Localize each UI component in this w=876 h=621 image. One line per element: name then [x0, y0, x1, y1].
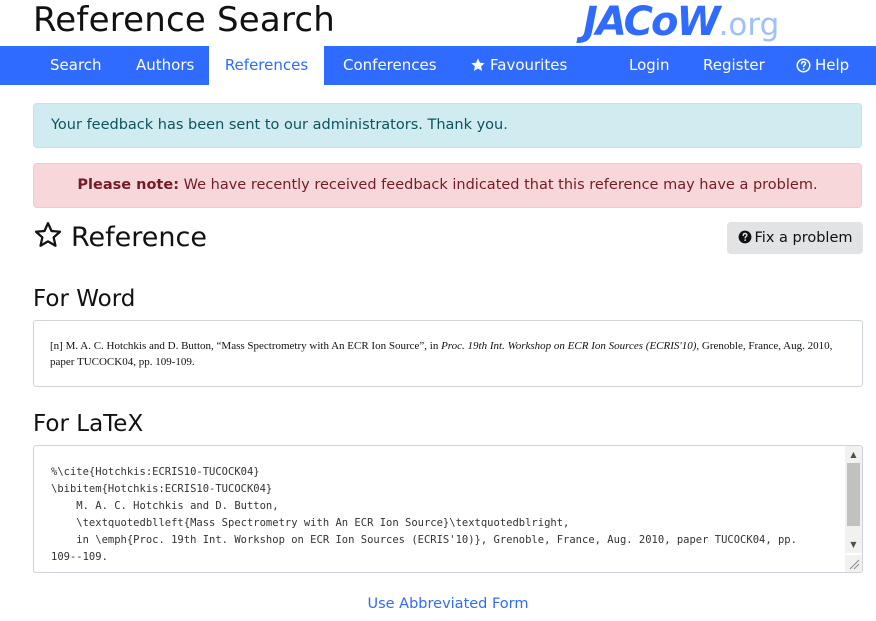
fix-problem-button[interactable]: Fix a problem — [727, 222, 863, 254]
feedback-alert-text: Your feedback has been sent to our admin… — [51, 117, 508, 133]
latex-citation-text[interactable]: %\cite{Hotchkis:ECRIS10-TUCOCK04} \bibit… — [51, 464, 841, 566]
main-navbar: Search Authors References Conferences Fa… — [0, 46, 876, 86]
word-heading: For Word — [33, 286, 136, 312]
problem-note-alert: Please note: We have recently received f… — [33, 163, 862, 208]
nav-login-label: Login — [629, 56, 670, 74]
scroll-up-arrow-icon[interactable]: ▲ — [845, 446, 862, 463]
nav-authors[interactable]: Authors — [136, 46, 194, 85]
latex-scrollbar[interactable]: ▲ ▼ — [845, 446, 862, 553]
latex-heading: For LaTeX — [33, 411, 144, 437]
nav-conferences[interactable]: Conferences — [343, 46, 437, 85]
nav-authors-label: Authors — [136, 56, 195, 74]
star-icon — [471, 58, 485, 71]
reference-heading-text: Reference — [71, 222, 207, 253]
nav-conferences-label: Conferences — [343, 56, 437, 74]
nav-search-label: Search — [50, 56, 102, 74]
latex-textarea[interactable]: %\cite{Hotchkis:ECRIS10-TUCOCK04} \bibit… — [33, 445, 863, 573]
scroll-down-arrow-icon[interactable]: ▼ — [845, 536, 862, 553]
jacow-logo[interactable]: JACoW.org — [583, 0, 780, 45]
star-outline-icon[interactable] — [33, 220, 63, 250]
nav-favourites-label: Favourites — [490, 56, 568, 74]
nav-register-label: Register — [703, 56, 765, 74]
nav-search[interactable]: Search — [50, 46, 102, 85]
nav-login[interactable]: Login — [629, 46, 669, 85]
nav-references[interactable]: References — [209, 46, 324, 86]
note-text: We have recently received feedback indic… — [179, 177, 818, 193]
logo-suffix-text: .org — [718, 7, 780, 43]
nav-references-label: References — [224, 56, 309, 74]
use-abbreviated-form-link[interactable]: Use Abbreviated Form — [0, 596, 876, 612]
fix-problem-label: Fix a problem — [754, 230, 853, 246]
note-label: Please note: — [77, 177, 179, 193]
resize-handle-icon[interactable] — [845, 555, 862, 572]
scroll-thumb[interactable] — [847, 463, 860, 526]
nav-register[interactable]: Register — [703, 46, 765, 85]
word-citation-proceedings: Proc. 19th Int. Workshop on ECR Ion Sour… — [441, 340, 697, 352]
nav-help[interactable]: Help — [796, 46, 849, 85]
word-citation-box[interactable]: [n] M. A. C. Hotchkis and D. Button, “Ma… — [33, 320, 863, 387]
question-circle-icon — [738, 230, 751, 244]
nav-favourites[interactable]: Favourites — [470, 46, 567, 85]
question-circle-icon — [796, 58, 811, 73]
resize-grip-icon — [849, 559, 860, 570]
feedback-alert: Your feedback has been sent to our admin… — [33, 103, 862, 148]
word-citation-prefix: [n] M. A. C. Hotchkis and D. Button, “Ma… — [50, 340, 442, 352]
reference-heading: Reference — [33, 220, 207, 256]
page-title: Reference Search — [33, 0, 336, 40]
logo-main-text: JACoW — [583, 0, 721, 45]
nav-help-label: Help — [815, 56, 850, 74]
